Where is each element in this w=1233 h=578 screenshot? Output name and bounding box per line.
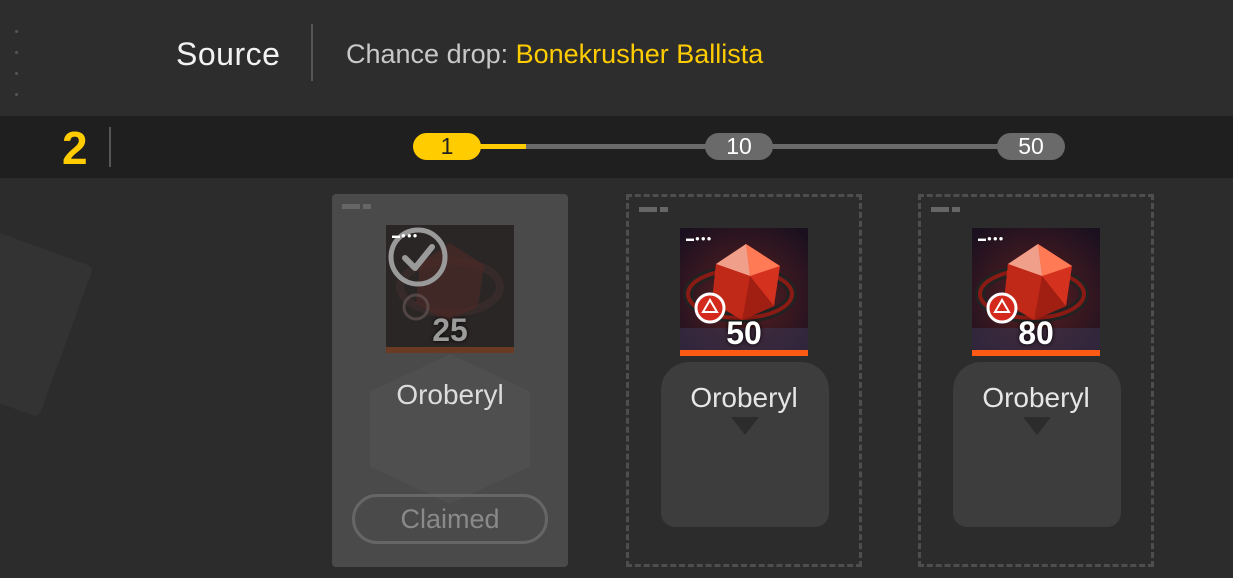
level-divider bbox=[109, 127, 111, 167]
page-title: Source bbox=[176, 36, 281, 72]
header-divider bbox=[311, 24, 313, 81]
reward-quantity: 50 bbox=[726, 315, 762, 351]
item-corner-marks: ▬●●● bbox=[686, 234, 713, 243]
chance-drop-label: Chance drop: bbox=[346, 39, 509, 69]
rarity-bar bbox=[386, 347, 514, 353]
card-background-shape bbox=[370, 354, 530, 504]
reward-quantity: 80 bbox=[1018, 315, 1054, 351]
chance-drop-target[interactable]: Bonekrusher Ballista bbox=[516, 39, 764, 69]
item-corner-marks: ▬●●● bbox=[978, 234, 1005, 243]
background-decoration bbox=[0, 222, 94, 418]
reward-quantity: 25 bbox=[432, 312, 468, 348]
reward-card-3[interactable]: ▬●●● 80 Oroberyl bbox=[918, 194, 1154, 567]
menu-dots-icon[interactable] bbox=[15, 30, 21, 114]
reward-item-frame[interactable]: ▬●●● 50 bbox=[680, 228, 808, 356]
milestone-1[interactable]: 1 bbox=[413, 133, 481, 160]
milestone-50[interactable]: 50 bbox=[997, 133, 1065, 160]
chance-drop-text: Chance drop: Bonekrusher Ballista bbox=[346, 39, 763, 70]
reward-name: Oroberyl bbox=[396, 379, 504, 410]
rarity-bar bbox=[972, 350, 1100, 356]
card-tag-icon bbox=[931, 207, 973, 213]
milestone-10[interactable]: 10 bbox=[705, 133, 773, 160]
rarity-bar bbox=[680, 350, 808, 356]
reward-name: Oroberyl bbox=[690, 382, 798, 413]
reward-card-2[interactable]: ▬●●● 50 Oroberyl bbox=[626, 194, 862, 567]
reward-name: Oroberyl bbox=[982, 382, 1090, 413]
reward-item-frame[interactable]: ▬●●● 80 bbox=[972, 228, 1100, 356]
reward-item-frame[interactable]: ▬●●● 25 bbox=[386, 225, 514, 353]
current-level: 2 bbox=[62, 122, 88, 174]
item-corner-marks: ▬●●● bbox=[392, 231, 419, 240]
header-bar: Source Chance drop: Bonekrusher Ballista bbox=[0, 0, 1233, 116]
reward-card-1[interactable]: ▬●●● 25 Oroberyl Claimed bbox=[332, 194, 568, 567]
card-tag-icon bbox=[639, 207, 681, 213]
card-tag-icon bbox=[342, 204, 384, 210]
claimed-button[interactable]: Claimed bbox=[352, 494, 548, 544]
